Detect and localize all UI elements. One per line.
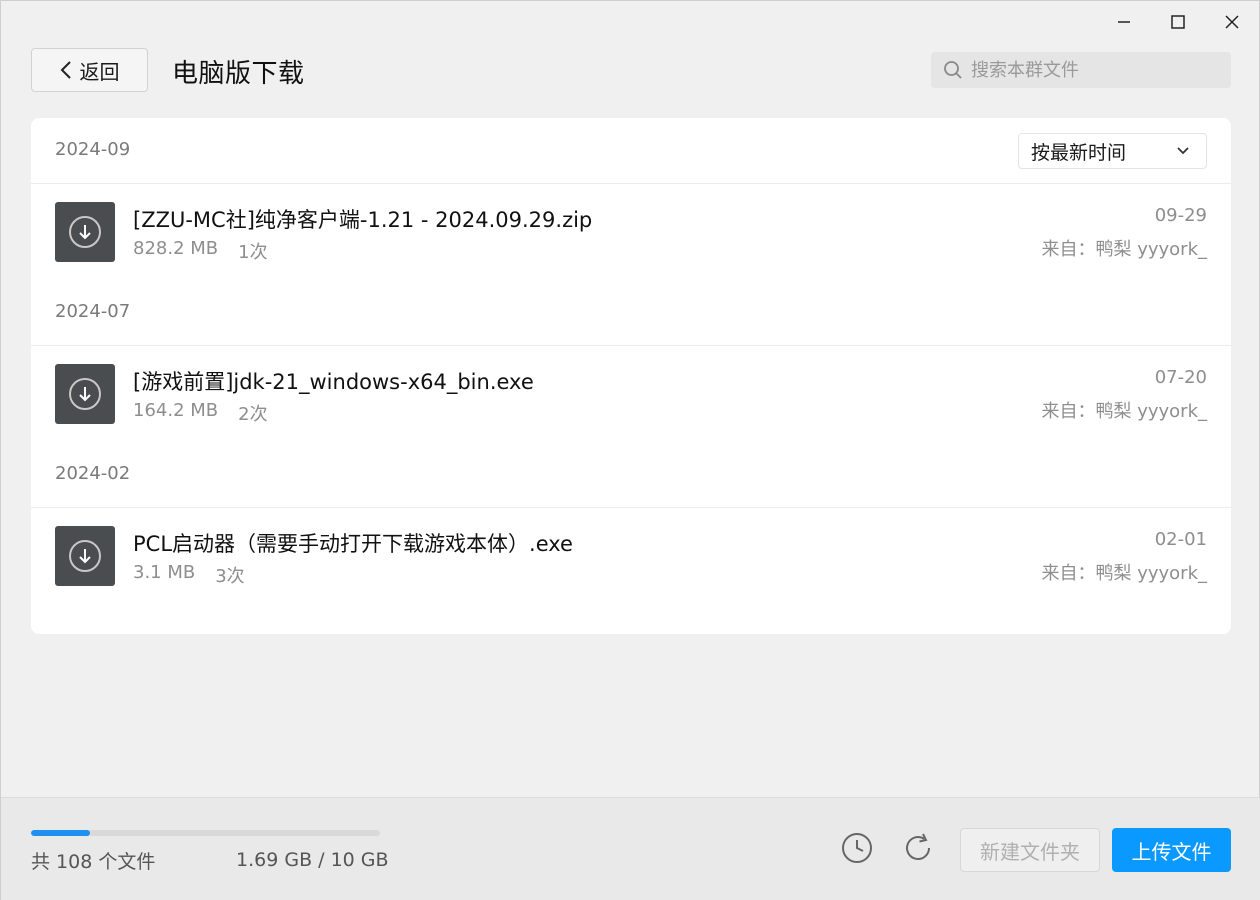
group-date: 2024-09 (55, 139, 131, 160)
window-controls (1097, 5, 1259, 39)
file-size: 828.2 MB (133, 238, 219, 259)
minimize-icon (1118, 21, 1130, 23)
download-count: 1次 (238, 242, 268, 263)
chevron-left-icon (60, 61, 71, 79)
file-uploader: 来自：鸭梨 yyyork_ (1041, 563, 1207, 584)
file-size: 164.2 MB (133, 400, 219, 421)
upload-file-button[interactable]: 上传文件 (1112, 828, 1231, 872)
group-header: 2024-09 按最新时间 (31, 118, 1231, 184)
file-date: 07-20 (1154, 367, 1207, 388)
download-icon (69, 216, 101, 248)
group-date: 2024-02 (55, 463, 131, 484)
app-window: 返回 电脑版下载 2024-09 按最新时间 [ZZU-MC社]纯净客户端-1.… (0, 0, 1260, 900)
close-button[interactable] (1205, 5, 1259, 39)
file-uploader: 来自：鸭梨 yyyork_ (1041, 239, 1207, 260)
file-meta: 3.1 MB 3次 (133, 562, 245, 588)
page-title: 电脑版下载 (172, 59, 305, 89)
file-list-card: 2024-09 按最新时间 [ZZU-MC社]纯净客户端-1.21 - 2024… (31, 118, 1231, 634)
file-row[interactable]: [ZZU-MC社]纯净客户端-1.21 - 2024.09.29.zip 828… (31, 184, 1231, 280)
footer-bar: 共 108 个文件 1.69 GB / 10 GB 新建文件夹 上传文件 (1, 797, 1260, 900)
storage-progress-bar (31, 830, 380, 836)
file-icon[interactable] (55, 364, 115, 424)
close-icon (1225, 15, 1239, 29)
file-icon[interactable] (55, 202, 115, 262)
storage-usage: 1.69 GB / 10 GB (236, 849, 389, 871)
history-button[interactable] (840, 831, 874, 865)
maximize-icon (1171, 15, 1185, 29)
sort-dropdown[interactable]: 按最新时间 (1018, 133, 1207, 169)
file-meta: 164.2 MB 2次 (133, 400, 268, 426)
file-name[interactable]: [ZZU-MC社]纯净客户端-1.21 - 2024.09.29.zip (133, 204, 592, 234)
refresh-button[interactable] (901, 831, 935, 865)
file-date: 09-29 (1154, 205, 1207, 226)
download-icon (69, 540, 101, 572)
file-uploader: 来自：鸭梨 yyyork_ (1041, 401, 1207, 422)
download-count: 3次 (215, 566, 245, 587)
group-date: 2024-07 (55, 301, 131, 322)
sort-label: 按最新时间 (1031, 141, 1127, 164)
file-name[interactable]: PCL启动器（需要手动打开下载游戏本体）.exe (133, 528, 573, 558)
search-box[interactable] (931, 52, 1231, 88)
file-date: 02-01 (1154, 529, 1207, 550)
file-row[interactable]: [游戏前置]jdk-21_windows-x64_bin.exe 164.2 M… (31, 346, 1231, 442)
group-header: 2024-07 (31, 280, 1231, 346)
storage-progress-fill (31, 830, 90, 836)
group-header: 2024-02 (31, 442, 1231, 508)
clock-icon (842, 833, 872, 863)
file-icon[interactable] (55, 526, 115, 586)
file-row[interactable]: PCL启动器（需要手动打开下载游戏本体）.exe 3.1 MB 3次 02-01… (31, 508, 1231, 604)
back-button[interactable]: 返回 (31, 48, 148, 92)
search-icon (944, 61, 962, 79)
new-folder-button[interactable]: 新建文件夹 (960, 828, 1100, 872)
file-size: 3.1 MB (133, 562, 196, 583)
back-label: 返回 (79, 59, 120, 84)
search-input[interactable] (971, 59, 1211, 81)
download-count: 2次 (238, 404, 268, 425)
chevron-down-icon (1177, 147, 1189, 155)
file-name[interactable]: [游戏前置]jdk-21_windows-x64_bin.exe (133, 366, 534, 396)
download-icon (69, 378, 101, 410)
refresh-icon (906, 833, 930, 860)
file-count: 共 108 个文件 (31, 851, 156, 873)
minimize-button[interactable] (1097, 5, 1151, 39)
file-meta: 828.2 MB 1次 (133, 238, 268, 264)
maximize-button[interactable] (1151, 5, 1205, 39)
